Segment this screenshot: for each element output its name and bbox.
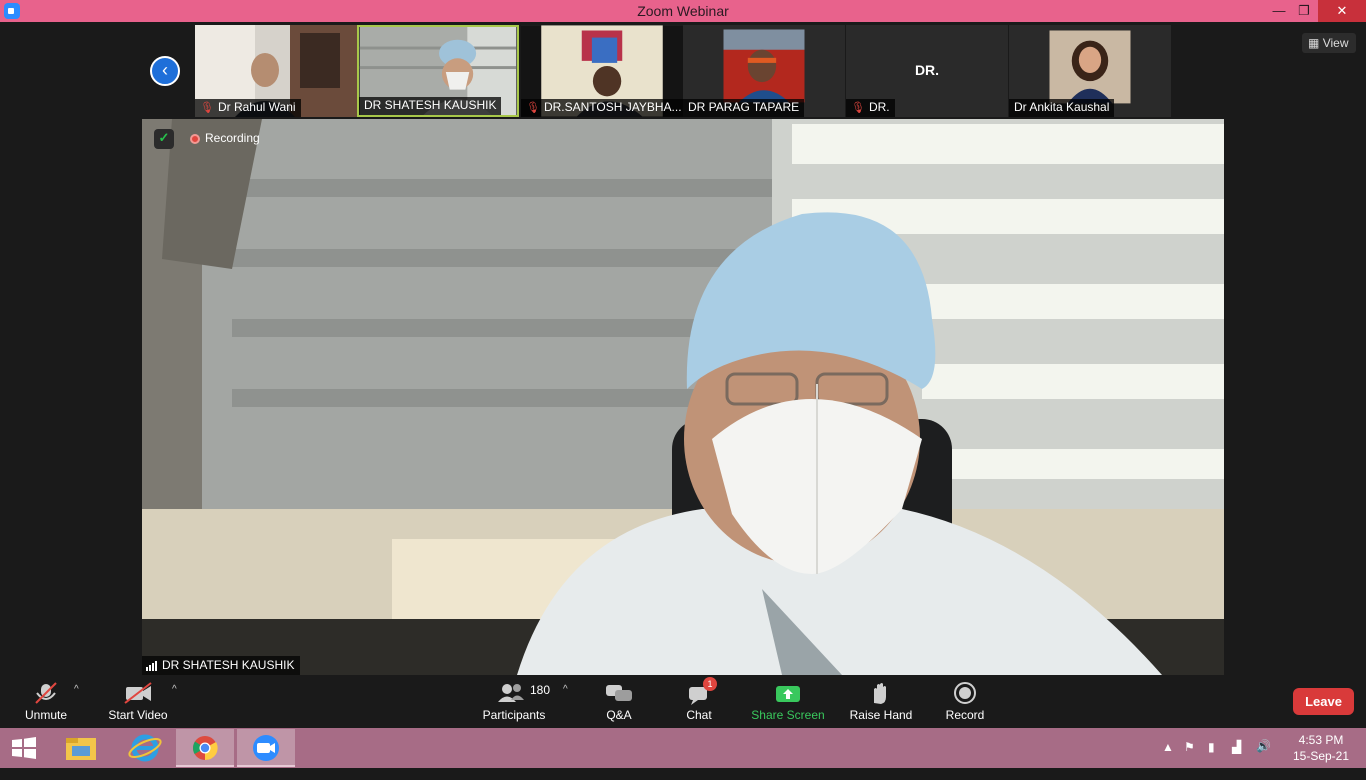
record-icon: [954, 682, 976, 704]
previous-page-button[interactable]: ‹: [150, 56, 180, 86]
main-speaker-video: Recording DR SHATESH KAUSHIK: [142, 119, 1224, 675]
encryption-shield-icon[interactable]: [154, 129, 174, 149]
chevron-left-icon: ‹: [162, 60, 168, 80]
participant-thumbnail-active[interactable]: DR SHATESH KAUSHIK: [357, 25, 519, 117]
window-title-bar: Zoom Webinar — ❐ ✕: [0, 0, 1366, 22]
grid-icon: ▦: [1308, 36, 1320, 50]
participant-thumbnail[interactable]: 🎙 DR.SANTOSH JAYBHA...: [521, 25, 683, 117]
participant-name: Dr Ankita Kaushal: [1009, 99, 1115, 117]
zoom-icon[interactable]: [237, 729, 295, 767]
audio-options-caret[interactable]: ^: [74, 684, 79, 695]
system-clock[interactable]: 4:53 PM 15-Sep-21: [1286, 732, 1356, 764]
participant-initials: DR.: [914, 62, 940, 78]
participant-thumbnail[interactable]: DR. 🎙 DR.: [846, 25, 1008, 117]
action-center-alert-icon[interactable]: ⚑: [1184, 740, 1195, 780]
microphone-muted-icon: 🎙: [851, 102, 865, 114]
video-options-caret[interactable]: ^: [172, 684, 177, 695]
minimize-button[interactable]: —: [1266, 0, 1292, 22]
battery-icon[interactable]: ▮: [1208, 740, 1215, 780]
file-explorer-icon[interactable]: [52, 729, 110, 767]
share-screen-button[interactable]: Share Screen: [748, 676, 828, 728]
participant-name: 🎙 DR.SANTOSH JAYBHA...: [521, 99, 683, 117]
meeting-toolbar: Unmute ^ Start Video ^ Participants 180 …: [0, 676, 1366, 728]
microphone-muted-icon: [35, 682, 57, 704]
recording-label: Recording: [205, 131, 260, 145]
chrome-icon[interactable]: [176, 729, 234, 767]
participant-thumbnail[interactable]: Dr Ankita Kaushal: [1009, 25, 1171, 117]
volume-icon[interactable]: 🔊: [1256, 739, 1271, 779]
restore-button[interactable]: ❐: [1291, 0, 1317, 22]
recording-icon: [190, 134, 200, 144]
window-title: Zoom Webinar: [637, 3, 729, 19]
signal-strength-icon: [146, 660, 158, 674]
clock-time: 4:53 PM: [1298, 733, 1344, 747]
speaker-name-label: DR SHATESH KAUSHIK: [142, 656, 301, 675]
internet-explorer-icon[interactable]: [116, 729, 174, 767]
network-signal-icon[interactable]: ▟: [1232, 740, 1241, 780]
start-video-button[interactable]: Start Video: [104, 676, 172, 728]
share-screen-icon: [776, 686, 800, 702]
video-camera-off-icon: [124, 682, 152, 704]
show-hidden-icons-chevron-icon[interactable]: ▲: [1162, 740, 1174, 780]
unmute-button[interactable]: Unmute: [16, 676, 76, 728]
qa-icon: [606, 685, 632, 701]
participant-thumbnail[interactable]: 🎙 Dr Rahul Wani: [195, 25, 357, 117]
windows-taskbar: ▲ ⚑ ▮ ▟ 🔊 4:53 PM 15-Sep-21: [0, 728, 1366, 768]
clock-date: 15-Sep-21: [1292, 749, 1350, 763]
microphone-muted-icon: 🎙: [526, 102, 540, 114]
view-button[interactable]: ▦ View: [1302, 33, 1356, 53]
speaker-video-feed: [142, 119, 1224, 675]
close-button[interactable]: ✕: [1318, 0, 1366, 22]
participant-name: DR SHATESH KAUSHIK: [359, 97, 502, 115]
hand-icon: [874, 683, 886, 704]
participant-name: DR PARAG TAPARE: [683, 99, 805, 117]
microphone-muted-icon: 🎙: [200, 102, 214, 114]
participants-options-caret[interactable]: ^: [563, 684, 568, 695]
participant-name: 🎙 Dr Rahul Wani: [195, 99, 301, 117]
participant-name: 🎙 DR.: [846, 99, 895, 117]
chat-unread-badge: 1: [703, 677, 717, 691]
windows-start-icon[interactable]: [10, 736, 38, 760]
leave-button[interactable]: Leave: [1293, 688, 1354, 715]
participants-count: 180: [530, 683, 551, 697]
qa-button[interactable]: Q&A: [596, 676, 642, 728]
raise-hand-button[interactable]: Raise Hand: [848, 676, 914, 728]
participant-thumbnail[interactable]: DR PARAG TAPARE: [683, 25, 845, 117]
record-button[interactable]: Record: [940, 676, 990, 728]
